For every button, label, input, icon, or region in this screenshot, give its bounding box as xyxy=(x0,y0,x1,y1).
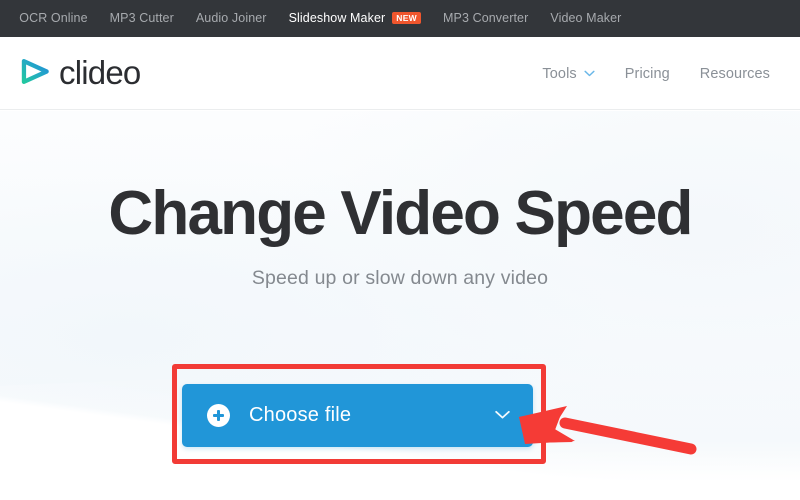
nav-item-label: Pricing xyxy=(624,65,670,82)
topbar-item-mp3-cutter[interactable]: MP3 Cutter xyxy=(110,0,174,37)
new-badge: NEW xyxy=(392,12,421,24)
choose-file-label: Choose file xyxy=(249,404,352,426)
topbar-item-label: MP3 Cutter xyxy=(109,11,174,25)
topbar-item-video-maker[interactable]: Video Maker xyxy=(550,0,621,37)
nav-item-resources[interactable]: Resources xyxy=(700,66,770,82)
topbar-item-label: Slideshow Maker xyxy=(288,11,386,25)
chevron-down-icon xyxy=(584,70,595,77)
choose-file-button[interactable]: Choose file xyxy=(182,384,533,447)
page-subtitle: Speed up or slow down any video xyxy=(251,267,549,289)
topbar-item-label: Audio Joiner xyxy=(195,11,267,25)
logo-text: clideo xyxy=(59,54,141,91)
chevron-down-icon[interactable] xyxy=(494,410,511,420)
plus-circle-icon xyxy=(207,404,230,427)
topbar-item-label: MP3 Converter xyxy=(443,11,529,25)
page-title: Change Video Speed xyxy=(108,179,693,248)
site-header: clideo Tools Pricing Resources xyxy=(0,37,800,110)
topbar-item-ocr-online[interactable]: OCR Online xyxy=(19,0,87,37)
hero-background-fade xyxy=(0,440,800,500)
topbar-item-mp3-converter[interactable]: MP3 Converter xyxy=(443,0,528,37)
header-nav: Tools Pricing Resources xyxy=(542,37,770,110)
topbar-item-label: OCR Online xyxy=(19,11,88,25)
hero-section: Change Video Speed Speed up or slow down… xyxy=(0,111,800,500)
top-tools-bar: r OCR Online MP3 Cutter Audio Joiner Sli… xyxy=(0,0,800,37)
topbar-item-slideshow-maker[interactable]: Slideshow Maker NEW xyxy=(289,0,421,37)
nav-item-label: Resources xyxy=(699,65,770,82)
nav-item-tools[interactable]: Tools xyxy=(542,65,595,82)
nav-item-label: Tools xyxy=(542,65,577,82)
logo-link[interactable]: clideo xyxy=(19,54,141,91)
topbar-item-label: Video Maker xyxy=(550,11,622,25)
topbar-item-audio-joiner[interactable]: Audio Joiner xyxy=(196,0,267,37)
nav-item-pricing[interactable]: Pricing xyxy=(625,66,670,82)
clideo-play-triangle-logo-icon xyxy=(21,59,49,84)
page-root: r OCR Online MP3 Cutter Audio Joiner Sli… xyxy=(0,0,800,500)
